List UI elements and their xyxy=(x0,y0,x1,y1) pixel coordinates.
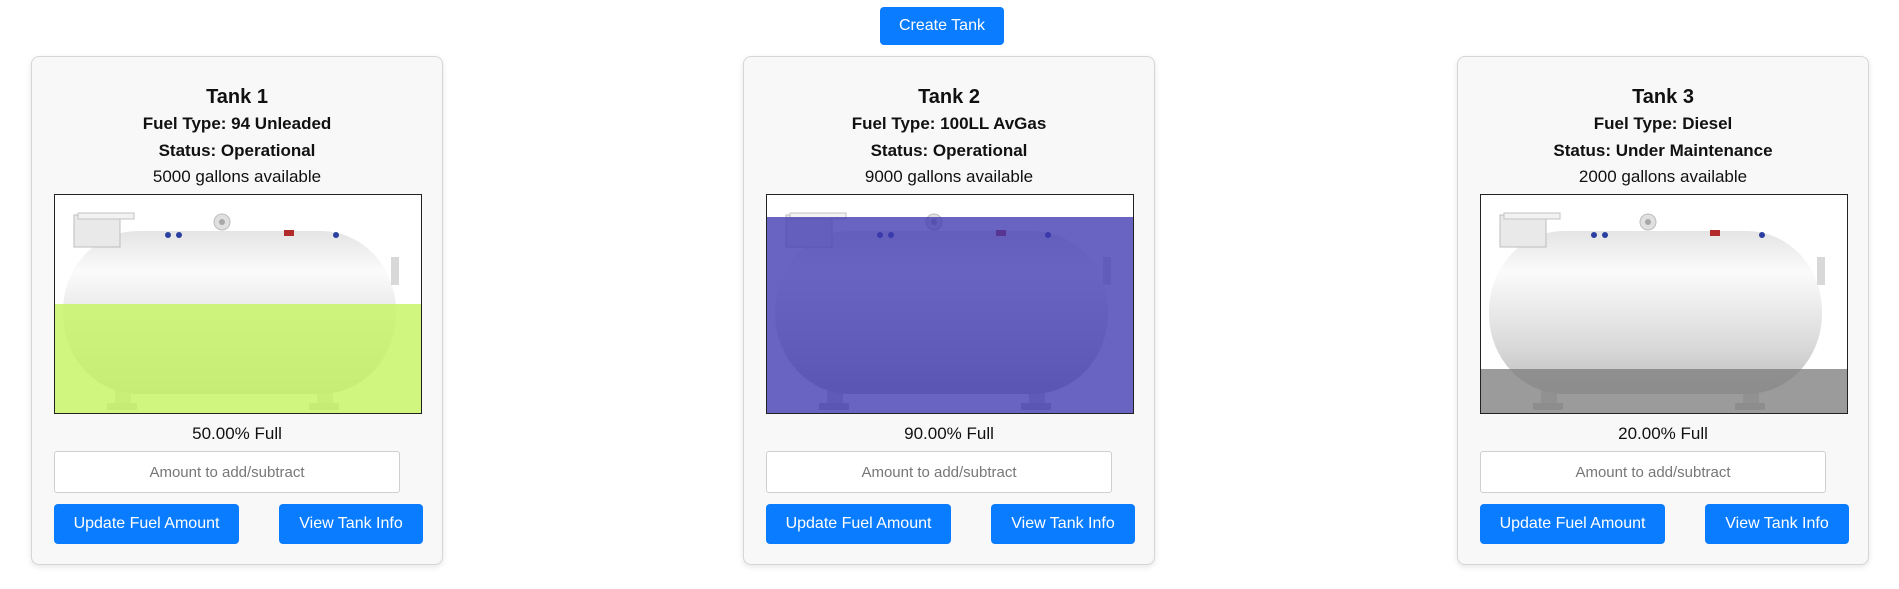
fuel-level-fill xyxy=(1481,369,1847,413)
fill-percentage: 50.00% Full xyxy=(192,424,282,443)
fuel-type-label: Fuel Type: 94 Unleaded xyxy=(142,114,332,133)
tank-title: Tank 3 xyxy=(1632,86,1694,108)
tank-card-3: Tank 3 Fuel Type: Diesel Status: Under M… xyxy=(1457,56,1869,565)
update-fuel-amount-button[interactable]: Update Fuel Amount xyxy=(1480,504,1665,544)
update-fuel-amount-button[interactable]: Update Fuel Amount xyxy=(54,504,239,544)
tank-title: Tank 2 xyxy=(918,86,980,108)
create-tank-button[interactable]: Create Tank xyxy=(880,7,1004,45)
fuel-type-label: Fuel Type: Diesel xyxy=(1593,114,1733,133)
tank-card-1: Tank 1 Fuel Type: 94 Unleaded Status: Op… xyxy=(31,56,443,565)
fuel-amount-input[interactable] xyxy=(766,451,1112,493)
status-label: Status: Under Maintenance xyxy=(1553,141,1773,160)
fuel-level-fill xyxy=(767,216,1133,413)
tank-card-2: Tank 2 Fuel Type: 100LL AvGas Status: Op… xyxy=(743,56,1155,565)
status-label: Status: Operational xyxy=(158,141,316,160)
fuel-level-fill xyxy=(55,304,421,413)
fuel-type-label: Fuel Type: 100LL AvGas xyxy=(851,114,1047,133)
update-fuel-amount-button[interactable]: Update Fuel Amount xyxy=(766,504,951,544)
fuel-amount-input[interactable] xyxy=(1480,451,1826,493)
view-tank-info-button[interactable]: View Tank Info xyxy=(991,504,1135,544)
tank-title: Tank 1 xyxy=(206,86,268,108)
fuel-amount-input[interactable] xyxy=(54,451,400,493)
gallons-available: 5000 gallons available xyxy=(152,167,322,186)
status-label: Status: Operational xyxy=(870,141,1028,160)
tank-image xyxy=(1480,194,1848,414)
view-tank-info-button[interactable]: View Tank Info xyxy=(279,504,423,544)
view-tank-info-button[interactable]: View Tank Info xyxy=(1705,504,1849,544)
tank-image xyxy=(54,194,422,414)
gallons-available: 2000 gallons available xyxy=(1578,167,1748,186)
gallons-available: 9000 gallons available xyxy=(864,167,1034,186)
fill-percentage: 90.00% Full xyxy=(904,424,994,443)
fill-percentage: 20.00% Full xyxy=(1618,424,1708,443)
tank-image xyxy=(766,194,1134,414)
